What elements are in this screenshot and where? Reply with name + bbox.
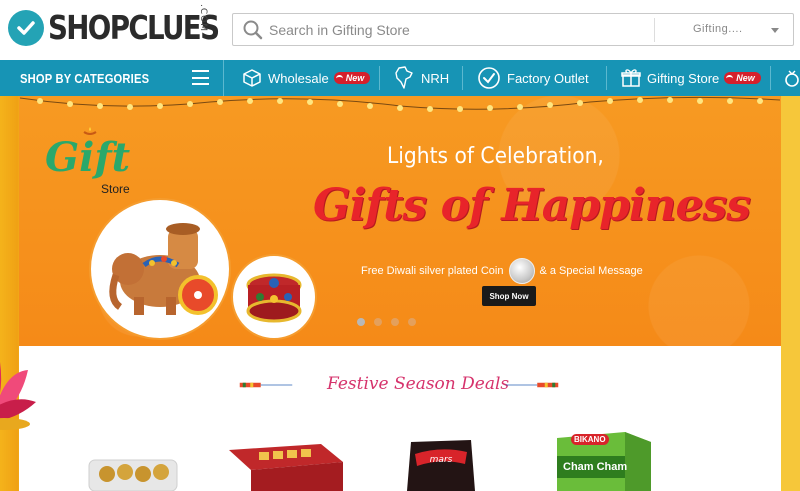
product-label: Cham Cham bbox=[563, 461, 628, 473]
elephant-figurine-image bbox=[91, 200, 229, 338]
string-lights-decoration bbox=[20, 96, 780, 112]
site-header: SHOPCLUES .COM Gifting.... bbox=[0, 0, 800, 60]
shop-by-categories-label: SHOP BY CATEGORIES bbox=[20, 71, 150, 86]
deals-title: Festive Season Deals bbox=[327, 374, 510, 394]
new-badge: New bbox=[333, 72, 371, 84]
nav-item-label: Gifting Store bbox=[647, 70, 720, 86]
nav-divider bbox=[379, 66, 380, 90]
nav-item-nrh[interactable]: NRH bbox=[393, 60, 449, 96]
shopclues-logo[interactable]: SHOPCLUES bbox=[8, 8, 251, 47]
carousel-dot-2[interactable] bbox=[374, 318, 382, 326]
search-divider bbox=[654, 18, 655, 42]
search-input[interactable] bbox=[269, 21, 649, 38]
hero-banner[interactable]: Gift Store Lights of Celebration, Gifts … bbox=[19, 96, 781, 346]
rocket-decoration-right bbox=[505, 382, 559, 388]
india-map-icon bbox=[395, 66, 413, 89]
box-icon bbox=[243, 69, 261, 87]
offer-text-after: & a Special Message bbox=[539, 265, 643, 277]
banner-tagline: Gifts of Happiness bbox=[313, 180, 751, 231]
new-badge: New bbox=[724, 72, 761, 84]
carousel-dot-1[interactable] bbox=[357, 318, 365, 326]
sweets-box-icon[interactable] bbox=[225, 442, 349, 491]
hamburger-icon[interactable] bbox=[192, 70, 209, 85]
silver-coin-icon bbox=[509, 258, 536, 284]
carousel-dot-3[interactable] bbox=[391, 318, 399, 326]
logo-domain-suffix: .COM bbox=[198, 4, 208, 32]
rocket-decoration-left bbox=[239, 382, 293, 388]
nav-item-label: Wholesale bbox=[268, 70, 329, 86]
candy-bag-icon[interactable]: mars bbox=[405, 438, 477, 491]
nav-item-factory-outlet[interactable]: Factory Outlet bbox=[477, 60, 589, 96]
product-brand: BIKANO bbox=[571, 434, 609, 445]
nav-divider bbox=[770, 66, 771, 90]
nav-divider bbox=[606, 66, 607, 90]
verified-shield-icon bbox=[478, 67, 500, 89]
offer-text-before: Free Diwali silver plated Coin bbox=[361, 265, 504, 277]
ring-icon bbox=[785, 70, 799, 87]
carousel-dot-4[interactable] bbox=[408, 318, 416, 326]
nav-item-more[interactable] bbox=[782, 60, 800, 96]
gift-logo-word: Gift bbox=[45, 134, 131, 181]
search-bar: Gifting.... bbox=[232, 13, 794, 46]
lotus-decoration bbox=[0, 362, 36, 430]
nav-item-gifting-store[interactable]: Gifting Store New bbox=[621, 60, 761, 96]
chocolate-box-icon[interactable] bbox=[85, 450, 181, 491]
shop-by-categories-button[interactable]: SHOP BY CATEGORIES bbox=[0, 60, 224, 96]
carousel-dots bbox=[357, 318, 425, 326]
nav-item-label: Factory Outlet bbox=[507, 70, 589, 86]
shop-now-button[interactable]: Shop Now bbox=[482, 286, 536, 306]
logo-wordmark: SHOPCLUES bbox=[48, 8, 220, 47]
banner-offer-line: Free Diwali silver plated Coin & a Speci… bbox=[361, 258, 643, 284]
diya-icon bbox=[83, 127, 97, 135]
svg-text:mars: mars bbox=[430, 455, 453, 465]
chevron-down-icon[interactable] bbox=[771, 28, 779, 33]
search-category-select[interactable]: Gifting.... bbox=[693, 23, 743, 35]
gift-logo-store: Store bbox=[101, 182, 130, 196]
nav-divider bbox=[462, 66, 463, 90]
gift-store-logo: Gift Store bbox=[45, 127, 155, 198]
nav-item-wholesale[interactable]: Wholesale New bbox=[242, 60, 371, 96]
banner-headline: Lights of Celebration, bbox=[387, 144, 604, 169]
check-badge-icon bbox=[8, 9, 44, 46]
decorative-box-image bbox=[233, 256, 315, 338]
sweet-tin-icon[interactable]: BIKANO Cham Cham bbox=[557, 430, 651, 491]
nav-item-label: NRH bbox=[421, 70, 450, 86]
search-icon[interactable] bbox=[241, 18, 265, 42]
gift-icon bbox=[621, 69, 641, 87]
deals-section: Festive Season Deals mars BIKANO Cham Ch… bbox=[19, 346, 781, 491]
main-nav: SHOP BY CATEGORIES Wholesale New NRH Fac… bbox=[0, 60, 800, 96]
page: SHOPCLUES .COM Gifting.... SHOP BY CATEG… bbox=[0, 0, 800, 491]
